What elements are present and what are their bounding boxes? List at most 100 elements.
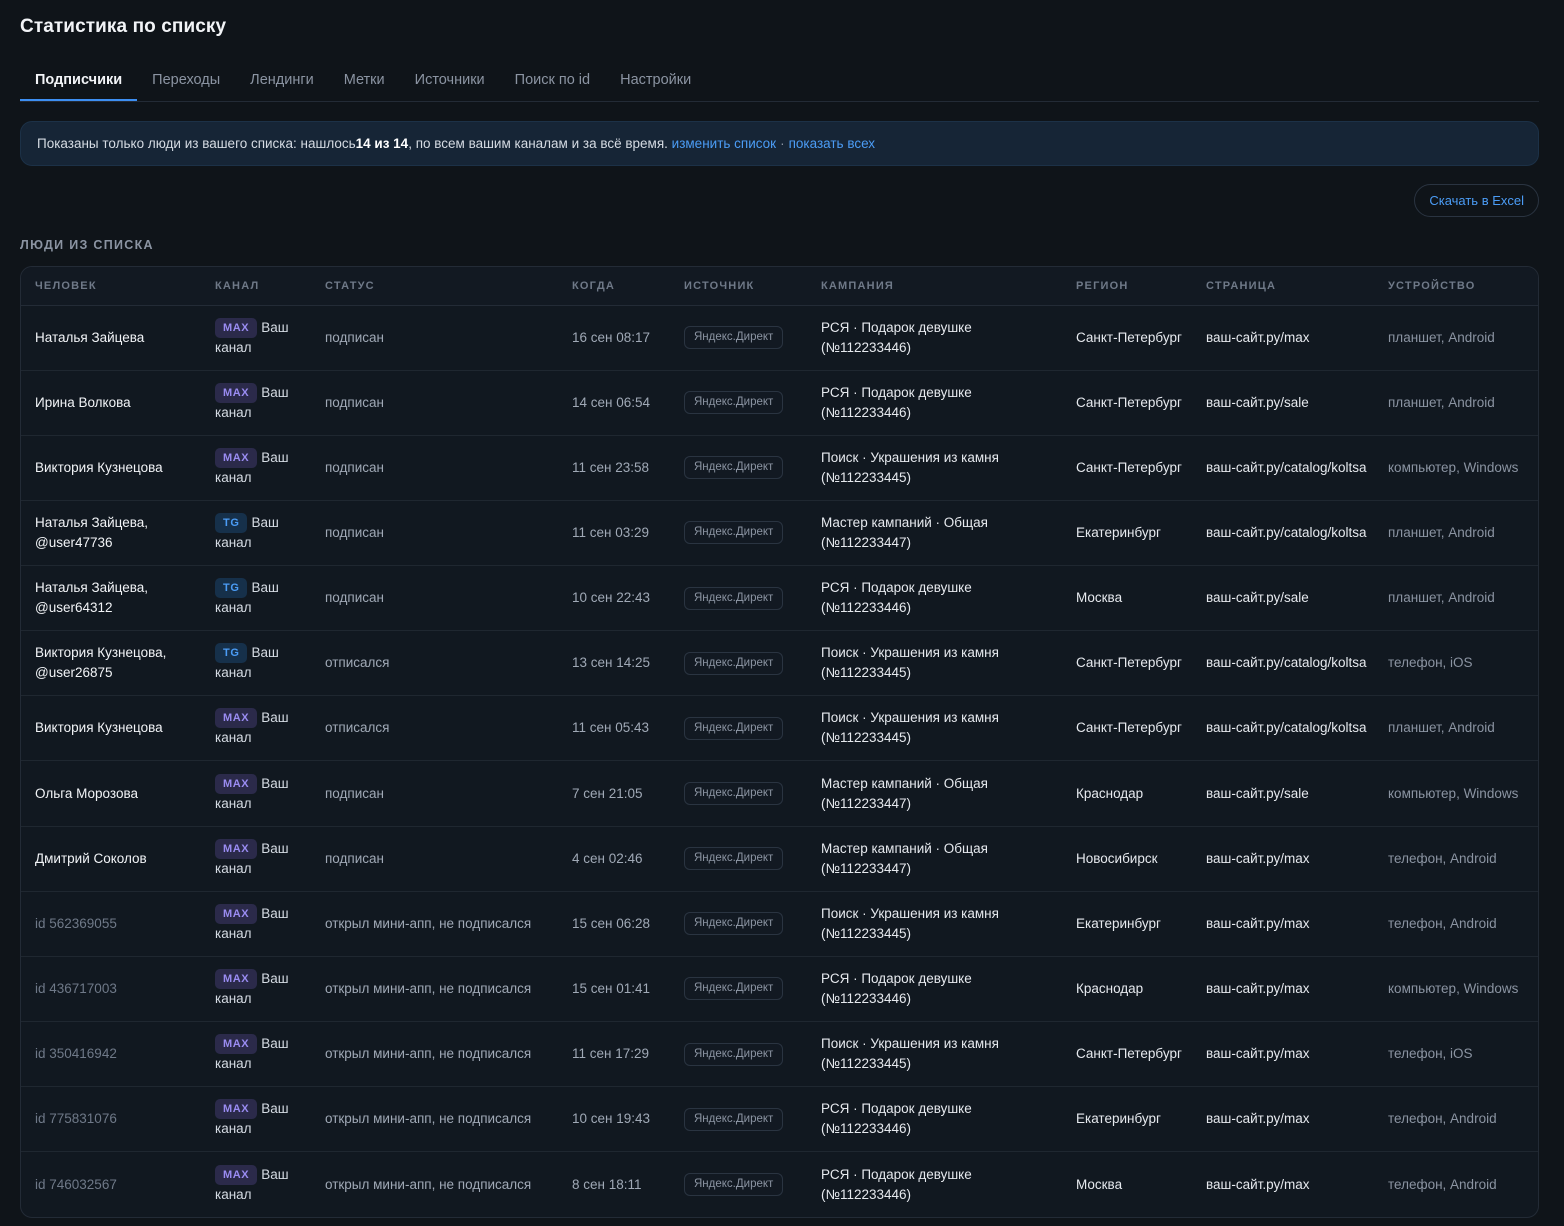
table-row[interactable]: Виктория Кузнецова MAX Ваш канал подписан 11…: [21, 435, 1538, 501]
cell-region: Санкт-Петербург: [1076, 329, 1182, 345]
cell-status: подписан: [325, 329, 384, 345]
table-row[interactable]: id 436717003 MAX Ваш канал открыл мини-апп,…: [21, 956, 1538, 1022]
cell-person: id 746032567: [35, 1176, 117, 1192]
cell-campaign: РСЯ · Подарок девушке (№112233446): [821, 319, 972, 355]
cell-when: 15 сен 06:28: [572, 915, 651, 931]
cell-source: Яндекс.Директ: [670, 631, 807, 696]
table-header-row: Человек Канал Статус Когда Источник Камп…: [21, 267, 1538, 306]
cell-when: 15 сен 01:41: [572, 980, 651, 996]
change-list-link[interactable]: изменить список: [672, 136, 776, 151]
cell-device: компьютер, Windows: [1388, 459, 1519, 475]
cell-channel: MAX Ваш канал: [201, 891, 311, 956]
cell-status: подписан: [325, 394, 384, 410]
table-body: Наталья Зайцева MAX Ваш канал подписан 16 се…: [21, 305, 1538, 1217]
cell-when: 11 сен 05:43: [572, 720, 650, 736]
cell-channel: MAX Ваш канал: [201, 1022, 311, 1087]
cell-page: ваш-сайт.ру/max: [1206, 329, 1310, 345]
cell-status: подписан: [325, 590, 384, 606]
notice-separator: ·: [780, 136, 785, 151]
cell-source: Яндекс.Директ: [670, 761, 807, 826]
cell-source: Яндекс.Директ: [670, 500, 807, 565]
cell-status: открыл мини-апп, не подписался: [325, 915, 532, 931]
cell-channel: TG Ваш канал: [201, 631, 311, 696]
cell-page: ваш-сайт.ру/max: [1206, 1176, 1310, 1192]
cell-page: ваш-сайт.ру/max: [1206, 1046, 1310, 1062]
cell-region: Москва: [1076, 590, 1123, 606]
table-row[interactable]: id 562369055 MAX Ваш канал открыл мини-апп,…: [21, 891, 1538, 957]
cell-source: Яндекс.Директ: [670, 826, 807, 891]
show-all-link[interactable]: показать всех: [789, 136, 875, 151]
cell-person: Ирина Волкова: [35, 394, 131, 410]
cell-region: Новосибирск: [1076, 850, 1158, 866]
table-row[interactable]: Наталья Зайцева, @user47736 TG Ваш канал по…: [21, 500, 1538, 566]
table-row[interactable]: id 350416942 MAX Ваш канал открыл мини-апп,…: [21, 1022, 1538, 1087]
cell-channel: MAX Ваш канал: [201, 696, 311, 761]
cell-device: планшет, Android: [1388, 394, 1495, 410]
cell-campaign: Мастер кампаний · Общая (№112233447): [821, 514, 988, 550]
cell-region: Санкт-Петербург: [1076, 394, 1182, 410]
cell-page: ваш-сайт.ру/max: [1206, 980, 1310, 996]
table-row[interactable]: Виктория Кузнецова, @user26875 TG Ваш кана…: [21, 631, 1538, 696]
download-excel-button[interactable]: Скачать в Excel: [1414, 184, 1539, 217]
cell-page: ваш-сайт.ру/max: [1206, 850, 1310, 866]
cell-device: телефон, Android: [1388, 1111, 1497, 1127]
table-row[interactable]: id 775831076 MAX Ваш канал открыл мини-апп,…: [21, 1087, 1538, 1152]
cell-source: Яндекс.Директ: [670, 370, 807, 435]
notice-suffix: , по всем вашим каналам и за всё время.: [408, 136, 668, 151]
cell-device: телефон, Android: [1388, 915, 1497, 931]
cell-source: Яндекс.Директ: [670, 1087, 807, 1152]
cell-person: id 562369055: [35, 915, 117, 931]
source-badge: Яндекс.Директ: [684, 847, 784, 871]
cell-status: открыл мини-апп, не подписался: [325, 980, 532, 996]
table-row[interactable]: id 746032567 MAX Ваш канал открыл мини-апп,…: [21, 1152, 1538, 1217]
source-badge: Яндекс.Директ: [684, 1107, 784, 1131]
cell-channel: TG Ваш канал: [201, 500, 311, 565]
tab-search-by-id[interactable]: Поиск по id: [500, 60, 605, 100]
col-header-page: Страница: [1192, 267, 1374, 306]
tab-tags[interactable]: Метки: [329, 60, 400, 100]
cell-region: Краснодар: [1076, 785, 1144, 801]
table-row[interactable]: Наталья Зайцева, @user64312 TG Ваш канал по…: [21, 566, 1538, 631]
cell-when: 11 сен 23:58: [572, 459, 650, 475]
cell-region: Краснодар: [1076, 980, 1144, 996]
tab-landings[interactable]: Лендинги: [235, 60, 329, 100]
cell-person: Виктория Кузнецова: [35, 720, 163, 736]
cell-campaign: Поиск · Украшения из камня (№112233445): [821, 905, 999, 941]
cell-device: телефон, Android: [1388, 1176, 1497, 1192]
table-row[interactable]: Дмитрий Соколов MAX Ваш канал подписан 4 сен…: [21, 826, 1538, 892]
tab-clicks[interactable]: Переходы: [137, 60, 235, 100]
tab-settings[interactable]: Настройки: [605, 60, 706, 100]
source-badge: Яндекс.Директ: [684, 456, 784, 480]
cell-person: Наталья Зайцева, @user47736: [35, 514, 149, 550]
channel-badge: MAX: [215, 903, 258, 924]
people-table: Человек Канал Статус Когда Источник Камп…: [20, 266, 1539, 1218]
channel-badge: MAX: [215, 838, 258, 859]
table-row[interactable]: Наталья Зайцева MAX Ваш канал подписан 16 се…: [21, 305, 1538, 371]
cell-campaign: РСЯ · Подарок девушке (№112233446): [821, 970, 972, 1006]
channel-badge: MAX: [215, 708, 258, 729]
tab-subscribers[interactable]: Подписчики: [20, 60, 138, 101]
cell-status: открыл мини-апп, не подписался: [325, 1046, 532, 1062]
cell-person: Дмитрий Соколов: [35, 850, 147, 866]
table-row[interactable]: Ирина Волкова MAX Ваш канал подписан 14 сен …: [21, 370, 1538, 436]
cell-channel: MAX Ваш канал: [201, 826, 311, 891]
cell-when: 11 сен 03:29: [572, 524, 650, 540]
cell-status: отписался: [325, 720, 390, 736]
tab-sources[interactable]: Источники: [400, 60, 500, 100]
cell-device: компьютер, Windows: [1388, 980, 1519, 996]
channel-badge: MAX: [215, 317, 258, 338]
cell-campaign: Мастер кампаний · Общая (№112233447): [821, 840, 988, 876]
source-badge: Яндекс.Директ: [684, 651, 784, 675]
channel-badge: MAX: [215, 382, 258, 403]
col-header-channel: Канал: [201, 267, 311, 306]
cell-campaign: РСЯ · Подарок девушке (№112233446): [821, 1166, 972, 1202]
cell-device: планшет, Android: [1388, 524, 1495, 540]
table-row[interactable]: Виктория Кузнецова MAX Ваш канал отписался 1…: [21, 696, 1538, 761]
notice-count: 14 из 14: [355, 136, 409, 151]
cell-region: Санкт-Петербург: [1076, 1046, 1182, 1062]
source-badge: Яндекс.Директ: [684, 326, 784, 350]
table-row[interactable]: Ольга Морозова MAX Ваш канал подписан 7 сен …: [21, 761, 1538, 827]
cell-source: Яндекс.Директ: [670, 566, 807, 631]
cell-channel: MAX Ваш канал: [201, 1152, 311, 1217]
cell-channel: MAX Ваш канал: [201, 956, 311, 1021]
